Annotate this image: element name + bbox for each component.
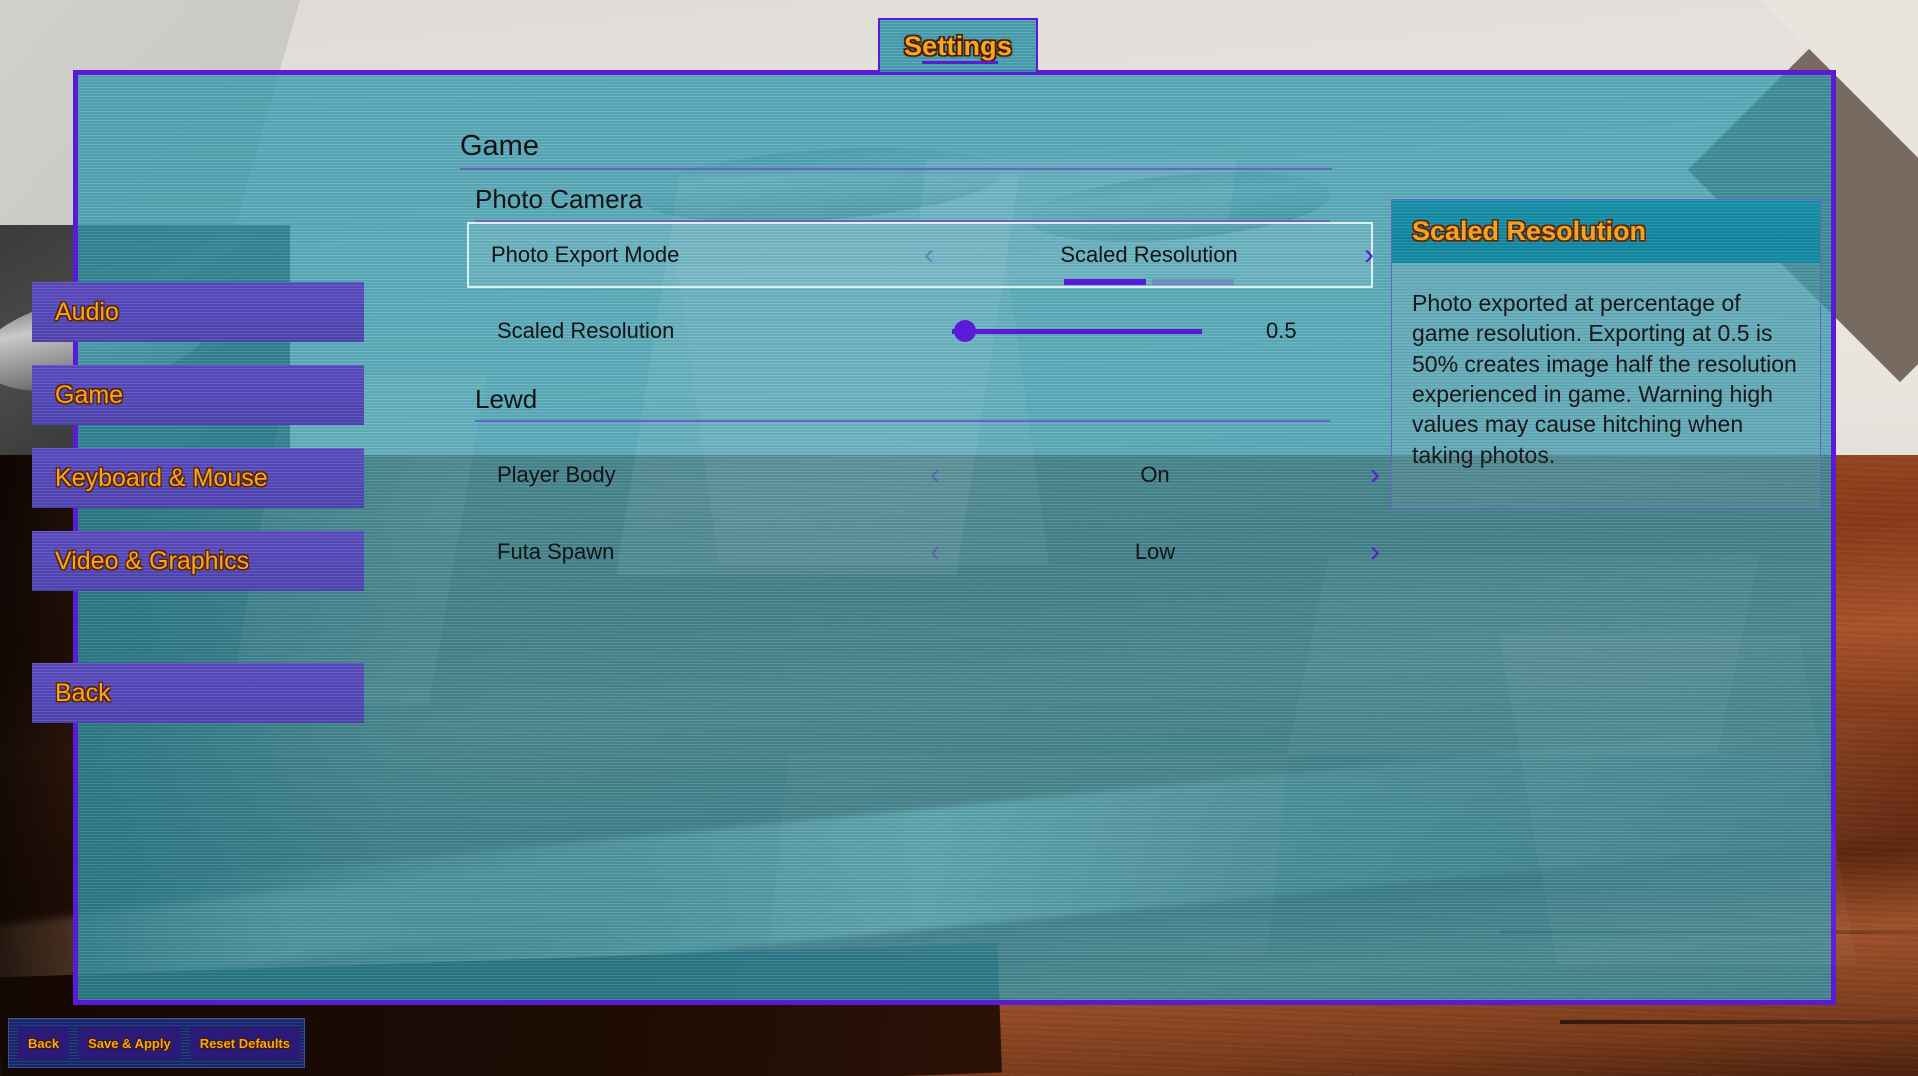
setting-row-photo-export-mode[interactable]: Photo Export Mode ‹ Scaled Resolution › xyxy=(467,222,1374,288)
setting-control-stepper: ‹ Scaled Resolution › xyxy=(924,224,1374,286)
setting-label: Photo Export Mode xyxy=(491,242,680,267)
sidebar-item-keyboard-mouse[interactable]: Keyboard & Mouse xyxy=(32,448,364,508)
settings-content: Game Photo Camera Photo Export Mode ‹ Sc… xyxy=(385,130,1445,583)
group-heading-label: Photo Camera xyxy=(475,184,643,214)
settings-sidebar: Audio Game Keyboard & Mouse Video & Grap… xyxy=(32,282,364,746)
slider-handle[interactable] xyxy=(953,320,976,342)
section-heading-game: Game xyxy=(460,130,1445,170)
chevron-left-icon[interactable]: ‹ xyxy=(930,537,940,567)
sidebar-item-audio[interactable]: Audio xyxy=(32,282,364,342)
bottom-action-bar: Back Save & Apply Reset Defaults xyxy=(8,1018,305,1068)
setting-label: Player Body xyxy=(497,462,616,487)
page-dot-active xyxy=(1064,279,1146,285)
sidebar-back-label: Back xyxy=(55,678,111,707)
sidebar-item-label: Game xyxy=(55,380,124,409)
section-heading-rule xyxy=(460,168,1332,170)
tooltip-title: Scaled Resolution xyxy=(1412,216,1647,246)
setting-label: Futa Spawn xyxy=(497,539,615,564)
setting-label: Scaled Resolution xyxy=(497,318,675,343)
background-plank-seam-2 xyxy=(1560,1020,1918,1024)
setting-control-stepper: ‹ Low › xyxy=(930,521,1380,583)
setting-row-futa-spawn[interactable]: Futa Spawn ‹ Low › xyxy=(475,521,1380,583)
option-page-indicator xyxy=(1064,279,1234,285)
sidebar-item-label: Keyboard & Mouse xyxy=(55,463,268,492)
setting-row-scaled-resolution[interactable]: Scaled Resolution 0.5 xyxy=(475,300,1380,362)
page-title: Settings xyxy=(903,30,1013,61)
sidebar-back-button[interactable]: Back xyxy=(32,663,364,723)
tab-underline xyxy=(922,61,998,64)
setting-value-text: Scaled Resolution xyxy=(1060,242,1238,267)
section-heading-label: Game xyxy=(460,130,539,162)
panel-ghost-shape-6 xyxy=(1498,635,1858,965)
setting-control-slider: 0.5 xyxy=(930,300,1380,362)
chevron-left-icon[interactable]: ‹ xyxy=(924,240,934,270)
chevron-left-icon[interactable]: ‹ xyxy=(930,460,940,490)
chevron-right-icon[interactable]: › xyxy=(1364,240,1374,270)
tooltip-body: Photo exported at percentage of game res… xyxy=(1412,290,1797,468)
panel-ghost-shape-7 xyxy=(767,755,1288,955)
group-heading-label: Lewd xyxy=(475,384,538,414)
setting-value: On xyxy=(1140,462,1170,487)
setting-value: Low xyxy=(1134,539,1176,564)
group-heading-photo-camera: Photo Camera xyxy=(475,184,1445,222)
chevron-right-icon[interactable]: › xyxy=(1370,460,1380,490)
slider-value: 0.5 xyxy=(1266,318,1297,343)
group-heading-lewd: Lewd xyxy=(475,384,1445,422)
setting-value: Scaled Resolution xyxy=(934,242,1364,285)
group-heading-rule xyxy=(475,420,1330,422)
sidebar-item-video-graphics[interactable]: Video & Graphics xyxy=(32,531,364,591)
setting-description-tooltip: Scaled Resolution Photo exported at perc… xyxy=(1391,199,1821,509)
bottom-back-button[interactable]: Back xyxy=(18,1027,70,1059)
setting-row-player-body[interactable]: Player Body ‹ On › xyxy=(475,444,1380,506)
tooltip-header: Scaled Resolution xyxy=(1392,200,1820,263)
sidebar-item-label: Video & Graphics xyxy=(55,546,250,575)
bottom-reset-defaults-button[interactable]: Reset Defaults xyxy=(189,1027,300,1059)
page-dot-inactive xyxy=(1152,279,1234,285)
setting-control-stepper: ‹ On › xyxy=(930,444,1380,506)
chevron-right-icon[interactable]: › xyxy=(1370,537,1380,567)
settings-tab-header[interactable]: Settings xyxy=(878,18,1038,74)
bottom-save-apply-button[interactable]: Save & Apply xyxy=(78,1027,181,1059)
sidebar-item-label: Audio xyxy=(55,297,119,326)
sidebar-item-game[interactable]: Game xyxy=(32,365,364,425)
slider-track[interactable] xyxy=(952,320,1202,342)
